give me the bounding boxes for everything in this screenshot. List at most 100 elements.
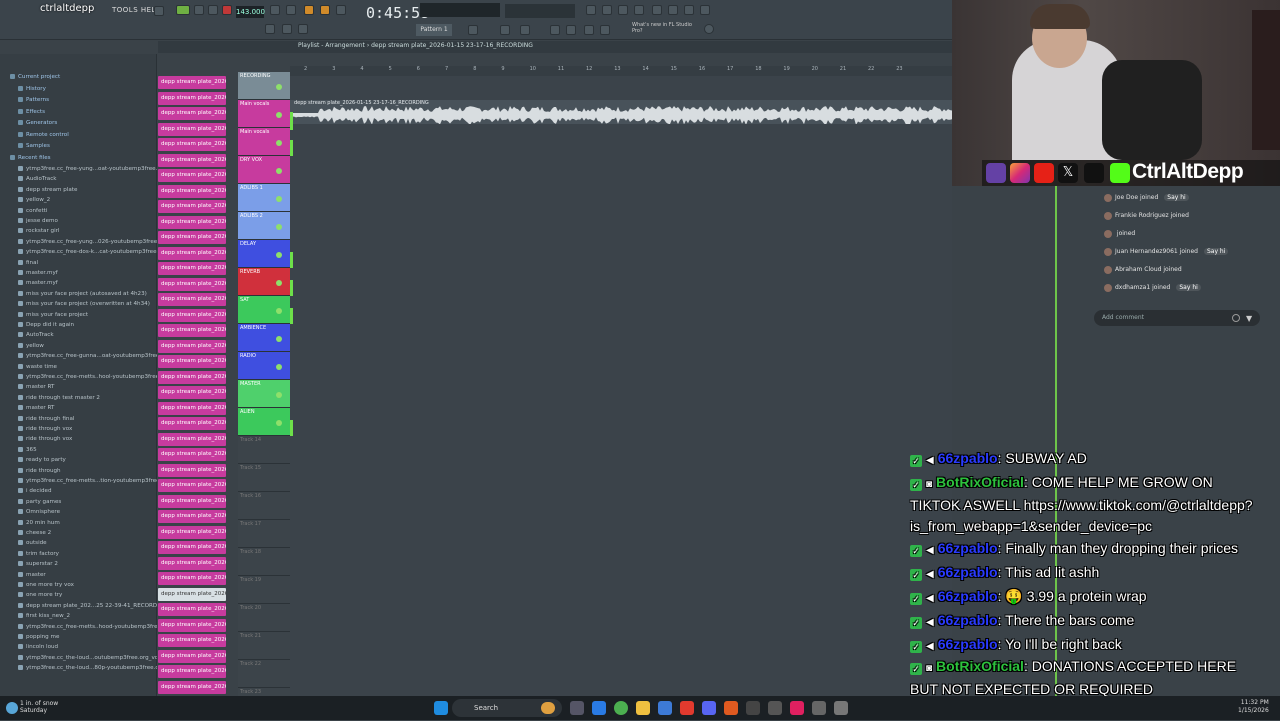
track-mute-icon[interactable] [276,336,282,342]
browser-file[interactable]: Depp did it again [0,320,157,331]
obs-icon[interactable] [768,701,782,715]
discord-icon[interactable] [702,701,716,715]
arrangement-area[interactable]: 2 3 4 5 6 7 8 9 10 11 12 13 14 15 16 17 18 19 20 21 22 23 dep… [290,66,952,696]
filter-icon[interactable]: ▼ [1246,314,1252,323]
bar-number[interactable]: 13 [614,66,620,74]
browser-file[interactable]: lincoln loud [0,642,157,653]
touch-keyboard-icon[interactable] [566,25,576,35]
pattern-clip[interactable]: depp stream plate_2026... [158,572,226,585]
track-header-empty[interactable]: Track 22 [238,660,290,688]
playlist-icon[interactable] [265,24,275,34]
metronome-icon[interactable] [154,6,164,16]
flstudio-window-icon[interactable] [834,701,848,715]
edge-icon[interactable] [592,701,606,715]
browser-folder[interactable]: History [0,84,157,95]
browser-file[interactable]: ytmp3free.cc_free-metts...tion-youtubemp… [0,476,157,487]
browser-file[interactable]: ride through vox [0,434,157,445]
track-header[interactable]: RADIO [238,352,290,380]
browser-file[interactable]: waste time [0,362,157,373]
pattern-clip[interactable]: depp stream plate_2026... [158,169,226,182]
track-mute-icon[interactable] [276,252,282,258]
pattern-clip[interactable]: depp stream plate_2026... [158,479,226,492]
pattern-clip[interactable]: depp stream plate_2026... [158,603,226,616]
pattern-clip[interactable]: depp stream plate_2026... [158,401,226,415]
browser-file[interactable]: ytmp3free.cc_the-loud...80p-youtubemp3fr… [0,663,157,674]
browser-file[interactable]: AudioTrack [0,174,157,185]
say-hi-button[interactable]: Say hi [1203,248,1229,255]
pattern-clip[interactable]: depp stream plate_2026... [158,122,226,136]
bar-number[interactable]: 12 [586,66,592,74]
play-icon[interactable] [194,5,204,15]
bar-number[interactable]: 19 [783,66,789,74]
bar-number[interactable]: 22 [868,66,874,74]
pattern-clip[interactable]: depp stream plate_2026... [158,417,226,430]
track-mute-icon[interactable] [276,420,282,426]
pattern-clip[interactable]: depp stream plate_2026... [158,215,226,229]
bar-number[interactable]: 17 [727,66,733,74]
track-header-empty[interactable]: Track 19 [238,576,290,604]
bar-number[interactable]: 7 [445,66,448,74]
bar-number[interactable]: 11 [558,66,564,74]
pattern-clip[interactable]: depp stream plate_2026... [158,665,226,678]
browser-file[interactable]: rockstar girl [0,226,157,237]
browser-file[interactable]: depp stream plate_202...25 22-39-41_RECO… [0,601,157,612]
pattern-clip[interactable]: depp stream plate_2026... [158,432,226,446]
bar-number[interactable]: 10 [530,66,536,74]
browser-folder[interactable]: Samples [0,141,157,152]
browser-file[interactable]: i decided [0,486,157,497]
browser-file[interactable]: first kiss_new_2 [0,611,157,622]
track-header[interactable]: REVERB [238,268,290,296]
bar-number[interactable]: 14 [642,66,648,74]
browser-file[interactable]: ytmp3free.cc_free-dos-k...cat-youtubemp3… [0,247,157,258]
bar-number[interactable]: 5 [389,66,392,74]
browser-file[interactable]: master.myf [0,278,157,289]
browser-file[interactable]: ytmp3free.cc_free-metts..hool-youtubemp3… [0,372,157,383]
bar-ruler[interactable]: 2 3 4 5 6 7 8 9 10 11 12 13 14 15 16 17 18 19 20 21 22 23 [290,66,952,76]
plugin-icon[interactable] [520,25,530,35]
bar-number[interactable]: 6 [417,66,420,74]
track-header-empty[interactable]: Track 20 [238,604,290,632]
help-icon[interactable] [668,5,678,15]
edison-icon[interactable] [584,25,594,35]
track-header[interactable]: DRY VOX [238,156,290,184]
bar-number[interactable]: 15 [671,66,677,74]
stop-icon[interactable] [208,5,218,15]
track-header[interactable]: DELAY [238,240,290,268]
pattern-clip[interactable]: depp stream plate_2026... [158,587,226,601]
browser-folder[interactable]: Generators [0,118,157,129]
browser-file[interactable]: ride through final [0,414,157,425]
browser-folder[interactable]: Current project [0,72,157,83]
pattern-clip[interactable]: depp stream plate_2026... [158,463,226,477]
browser-file[interactable]: master RT [0,382,157,393]
record-icon[interactable] [222,5,232,15]
track-mute-icon[interactable] [276,280,282,286]
pattern-clip[interactable]: depp stream plate_2026... [158,448,226,461]
fl-studio-icon[interactable] [724,701,738,715]
bar-number[interactable]: 21 [840,66,846,74]
pattern-clip[interactable]: depp stream plate_2026... [158,634,226,647]
browser-folder[interactable]: Remote control [0,130,157,141]
browser-file[interactable]: confetti [0,206,157,217]
track-header-empty[interactable]: Track 16 [238,492,290,520]
track-mute-icon[interactable] [276,84,282,90]
pattern-clip[interactable]: depp stream plate_2026... [158,680,226,694]
pattern-clip[interactable]: depp stream plate_2026... [158,355,226,368]
download-icon[interactable] [634,5,644,15]
loop-icon[interactable] [286,5,296,15]
track-header[interactable]: ADLIBS 2 [238,212,290,240]
app-icon[interactable] [680,701,694,715]
browser-file[interactable]: ytmp3free.cc_free-metts..hood-youtubemp3… [0,622,157,633]
media-icon[interactable] [812,701,826,715]
bar-number[interactable]: 9 [501,66,504,74]
browser-file[interactable]: ride through [0,466,157,477]
browser-file[interactable]: master [0,570,157,581]
start-icon[interactable] [434,701,448,715]
track-header[interactable]: MASTER [238,380,290,408]
pattern-clip[interactable]: depp stream plate_2026... [158,556,226,570]
weather-widget[interactable]: 1 in. of snow Saturday [20,700,58,714]
track-mute-icon[interactable] [276,224,282,230]
browser-file[interactable]: ready to party [0,455,157,466]
browser-file[interactable]: one more try vox [0,580,157,591]
bar-number[interactable]: 2 [304,66,307,74]
track-header[interactable]: AMBIENCE [238,324,290,352]
